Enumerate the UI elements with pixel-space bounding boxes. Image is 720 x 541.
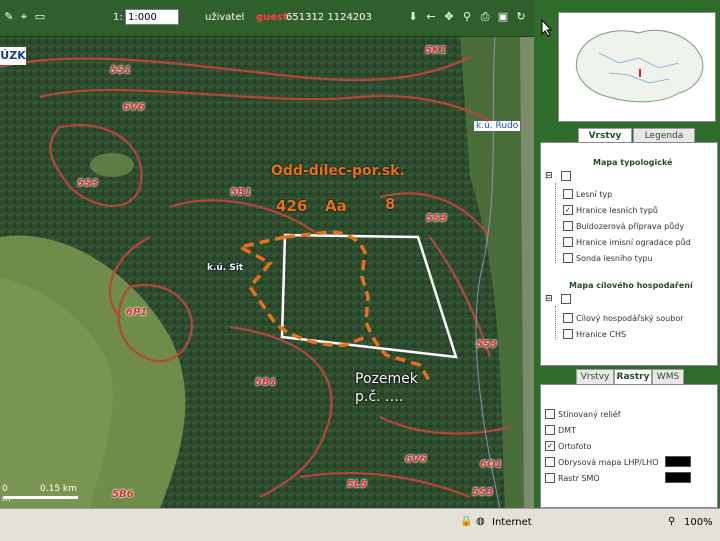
forest-type-code: 5B1 (255, 377, 277, 388)
layer-label: Buldozerová příprava půdy (576, 221, 685, 231)
pan-icon[interactable]: ✥ (442, 10, 456, 24)
measure-icon[interactable]: ✎ (2, 10, 16, 24)
forest-type-code: 5S3 (426, 213, 448, 224)
scale-label: 1: (113, 12, 123, 23)
layer-label: Hranice CHS (576, 329, 627, 339)
layer-row[interactable]: DMT (545, 425, 576, 435)
lock-icon: 🔒 (460, 516, 473, 527)
group-checkbox-target[interactable] (561, 294, 571, 304)
tree-toggle-icon[interactable]: ⊟ (545, 294, 553, 304)
back-icon[interactable]: ← (424, 10, 438, 24)
raster-list: Stínovaný reliéf DMT ✓ Ortofoto Obrysová map… (540, 384, 718, 508)
layer-label: Hranice lesních typů (576, 205, 658, 215)
layer-row[interactable]: Hranice imisní ogradace půd (563, 237, 691, 247)
layer-label: Rastr SMO (558, 473, 600, 483)
layer-checkbox[interactable]: ✓ (563, 205, 573, 215)
scale-input[interactable] (125, 9, 179, 25)
layer-checkbox[interactable] (563, 237, 573, 247)
layer-label: Ortofoto (558, 441, 592, 451)
layer-label: Lesní typ (576, 189, 613, 199)
parcel-label: Pozemek p.č. …. (355, 371, 418, 405)
security-zone: Internet (492, 517, 532, 528)
map-toolbar: ✎ ⌖ ▭ 1: uživatel guest 651312 1124203 ⬇… (0, 0, 534, 37)
forest-type-code: 5L5 (347, 479, 368, 490)
print-icon[interactable]: ⎙ (478, 10, 492, 24)
layer-checkbox[interactable] (545, 409, 555, 419)
layer-checkbox[interactable] (563, 329, 573, 339)
layer-group-typology: Mapa typologické (593, 158, 673, 167)
browser-status-bar: 🔒 ◍ Internet ⚲ 100% (0, 508, 720, 541)
forest-type-code: 6O1 (480, 459, 503, 470)
forest-type-code: 6V6 (123, 102, 145, 113)
map-canvas[interactable]: ÚZK Odd-dílec-por.sk. 426 Aa 8 Pozemek p… (0, 37, 534, 508)
layer-row[interactable]: Lesní typ (563, 189, 612, 199)
zoom-icon[interactable]: ⚲ (460, 10, 474, 24)
stand-title: Odd-dílec-por.sk. (271, 163, 405, 179)
current-view-marker (639, 69, 641, 77)
stand-subcompartment: Aa (325, 197, 347, 215)
layer-row[interactable]: Rastr SMO (545, 473, 600, 483)
stand-number: 426 (276, 197, 308, 215)
layer-checkbox[interactable] (563, 221, 573, 231)
mouse-cursor-icon (541, 19, 553, 37)
select-icon[interactable]: ⌖ (17, 10, 31, 24)
color-swatch-smo[interactable] (665, 472, 691, 483)
layer-row[interactable]: Obrysová mapa LHP/LHO (545, 457, 659, 467)
layers-tree: Mapa typologické ⊟ Lesní typ ✓ Hranice les… (540, 142, 718, 366)
layer-row[interactable]: ✓ Ortofoto (545, 441, 591, 451)
layer-checkbox[interactable] (545, 473, 555, 483)
layer-checkbox[interactable]: ✓ (545, 441, 555, 451)
forest-type-code: 5K1 (425, 45, 447, 56)
overview-map[interactable] (558, 12, 716, 122)
czech-map-outline (575, 29, 704, 103)
layer-checkbox[interactable] (545, 457, 555, 467)
layer-checkbox[interactable] (563, 189, 573, 199)
cadastral-label-sit: k.ú. Sit (207, 263, 244, 273)
forest-type-code: 6V6 (405, 454, 427, 465)
orthophoto-layer (0, 37, 534, 508)
forest-type-code: 5S3 (77, 178, 99, 189)
layer-label: DMT (558, 425, 576, 435)
layer-checkbox[interactable] (545, 425, 555, 435)
layer-label: Stínovaný reliéf (558, 409, 621, 419)
layer-label: Obrysová mapa LHP/LHO (558, 457, 659, 467)
folder-icon[interactable]: ▭ (33, 10, 47, 24)
color-swatch-outline[interactable] (665, 456, 691, 467)
layer-checkbox[interactable] (563, 313, 573, 323)
layer-checkbox[interactable] (563, 253, 573, 263)
user-label: uživatel (205, 12, 245, 23)
forest-type-code: 5B6 (112, 489, 134, 500)
forest-type-code: 6P1 (126, 307, 148, 318)
user-name: guest (256, 12, 288, 23)
layer-group-target: Mapa cílového hospodaření (569, 281, 693, 290)
layer-row[interactable]: ✓ Hranice lesních typů (563, 205, 658, 215)
coordinates-readout: 651312 1124203 (286, 12, 372, 23)
forest-type-code: 5B1 (230, 187, 252, 198)
zoom-icon[interactable]: ⚲ (668, 516, 675, 527)
layer-row[interactable]: Hranice CHS (563, 329, 626, 339)
layer-label: Cílový hospodářský soubor (576, 313, 684, 323)
tab-wms[interactable]: WMS (652, 369, 684, 385)
forest-type-code: 5S3 (472, 487, 494, 498)
layer-row[interactable]: Sonda lesního typu (563, 253, 653, 263)
group-checkbox-typology[interactable] (561, 171, 571, 181)
info-icon[interactable]: ⬇ (406, 10, 420, 24)
layer-label: Sonda lesního typu (576, 253, 653, 263)
tab-rastry[interactable]: Rastry (614, 369, 652, 385)
globe-icon: ◍ (476, 516, 485, 527)
stand-age-class: 8 (385, 195, 396, 213)
uzk-logo: ÚZK (0, 47, 26, 65)
tree-toggle-icon[interactable]: ⊟ (545, 171, 553, 181)
tab-vrstvy-bottom[interactable]: Vrstvy (576, 369, 614, 385)
zoom-level[interactable]: 100% (684, 517, 713, 528)
layer-row[interactable]: Stínovaný reliéf (545, 409, 621, 419)
layer-row[interactable]: Cílový hospodářský soubor (563, 313, 684, 323)
cadastral-label-rudo: k.ú. Rudo (474, 121, 521, 131)
save-icon[interactable]: ▣ (496, 10, 510, 24)
layer-row[interactable]: Buldozerová příprava půdy (563, 221, 684, 231)
refresh-icon[interactable]: ↻ (514, 10, 528, 24)
layer-label: Hranice imisní ogradace půd (576, 237, 691, 247)
forest-type-code: 5S3 (476, 339, 498, 350)
forest-type-code: 5S1 (110, 65, 132, 76)
